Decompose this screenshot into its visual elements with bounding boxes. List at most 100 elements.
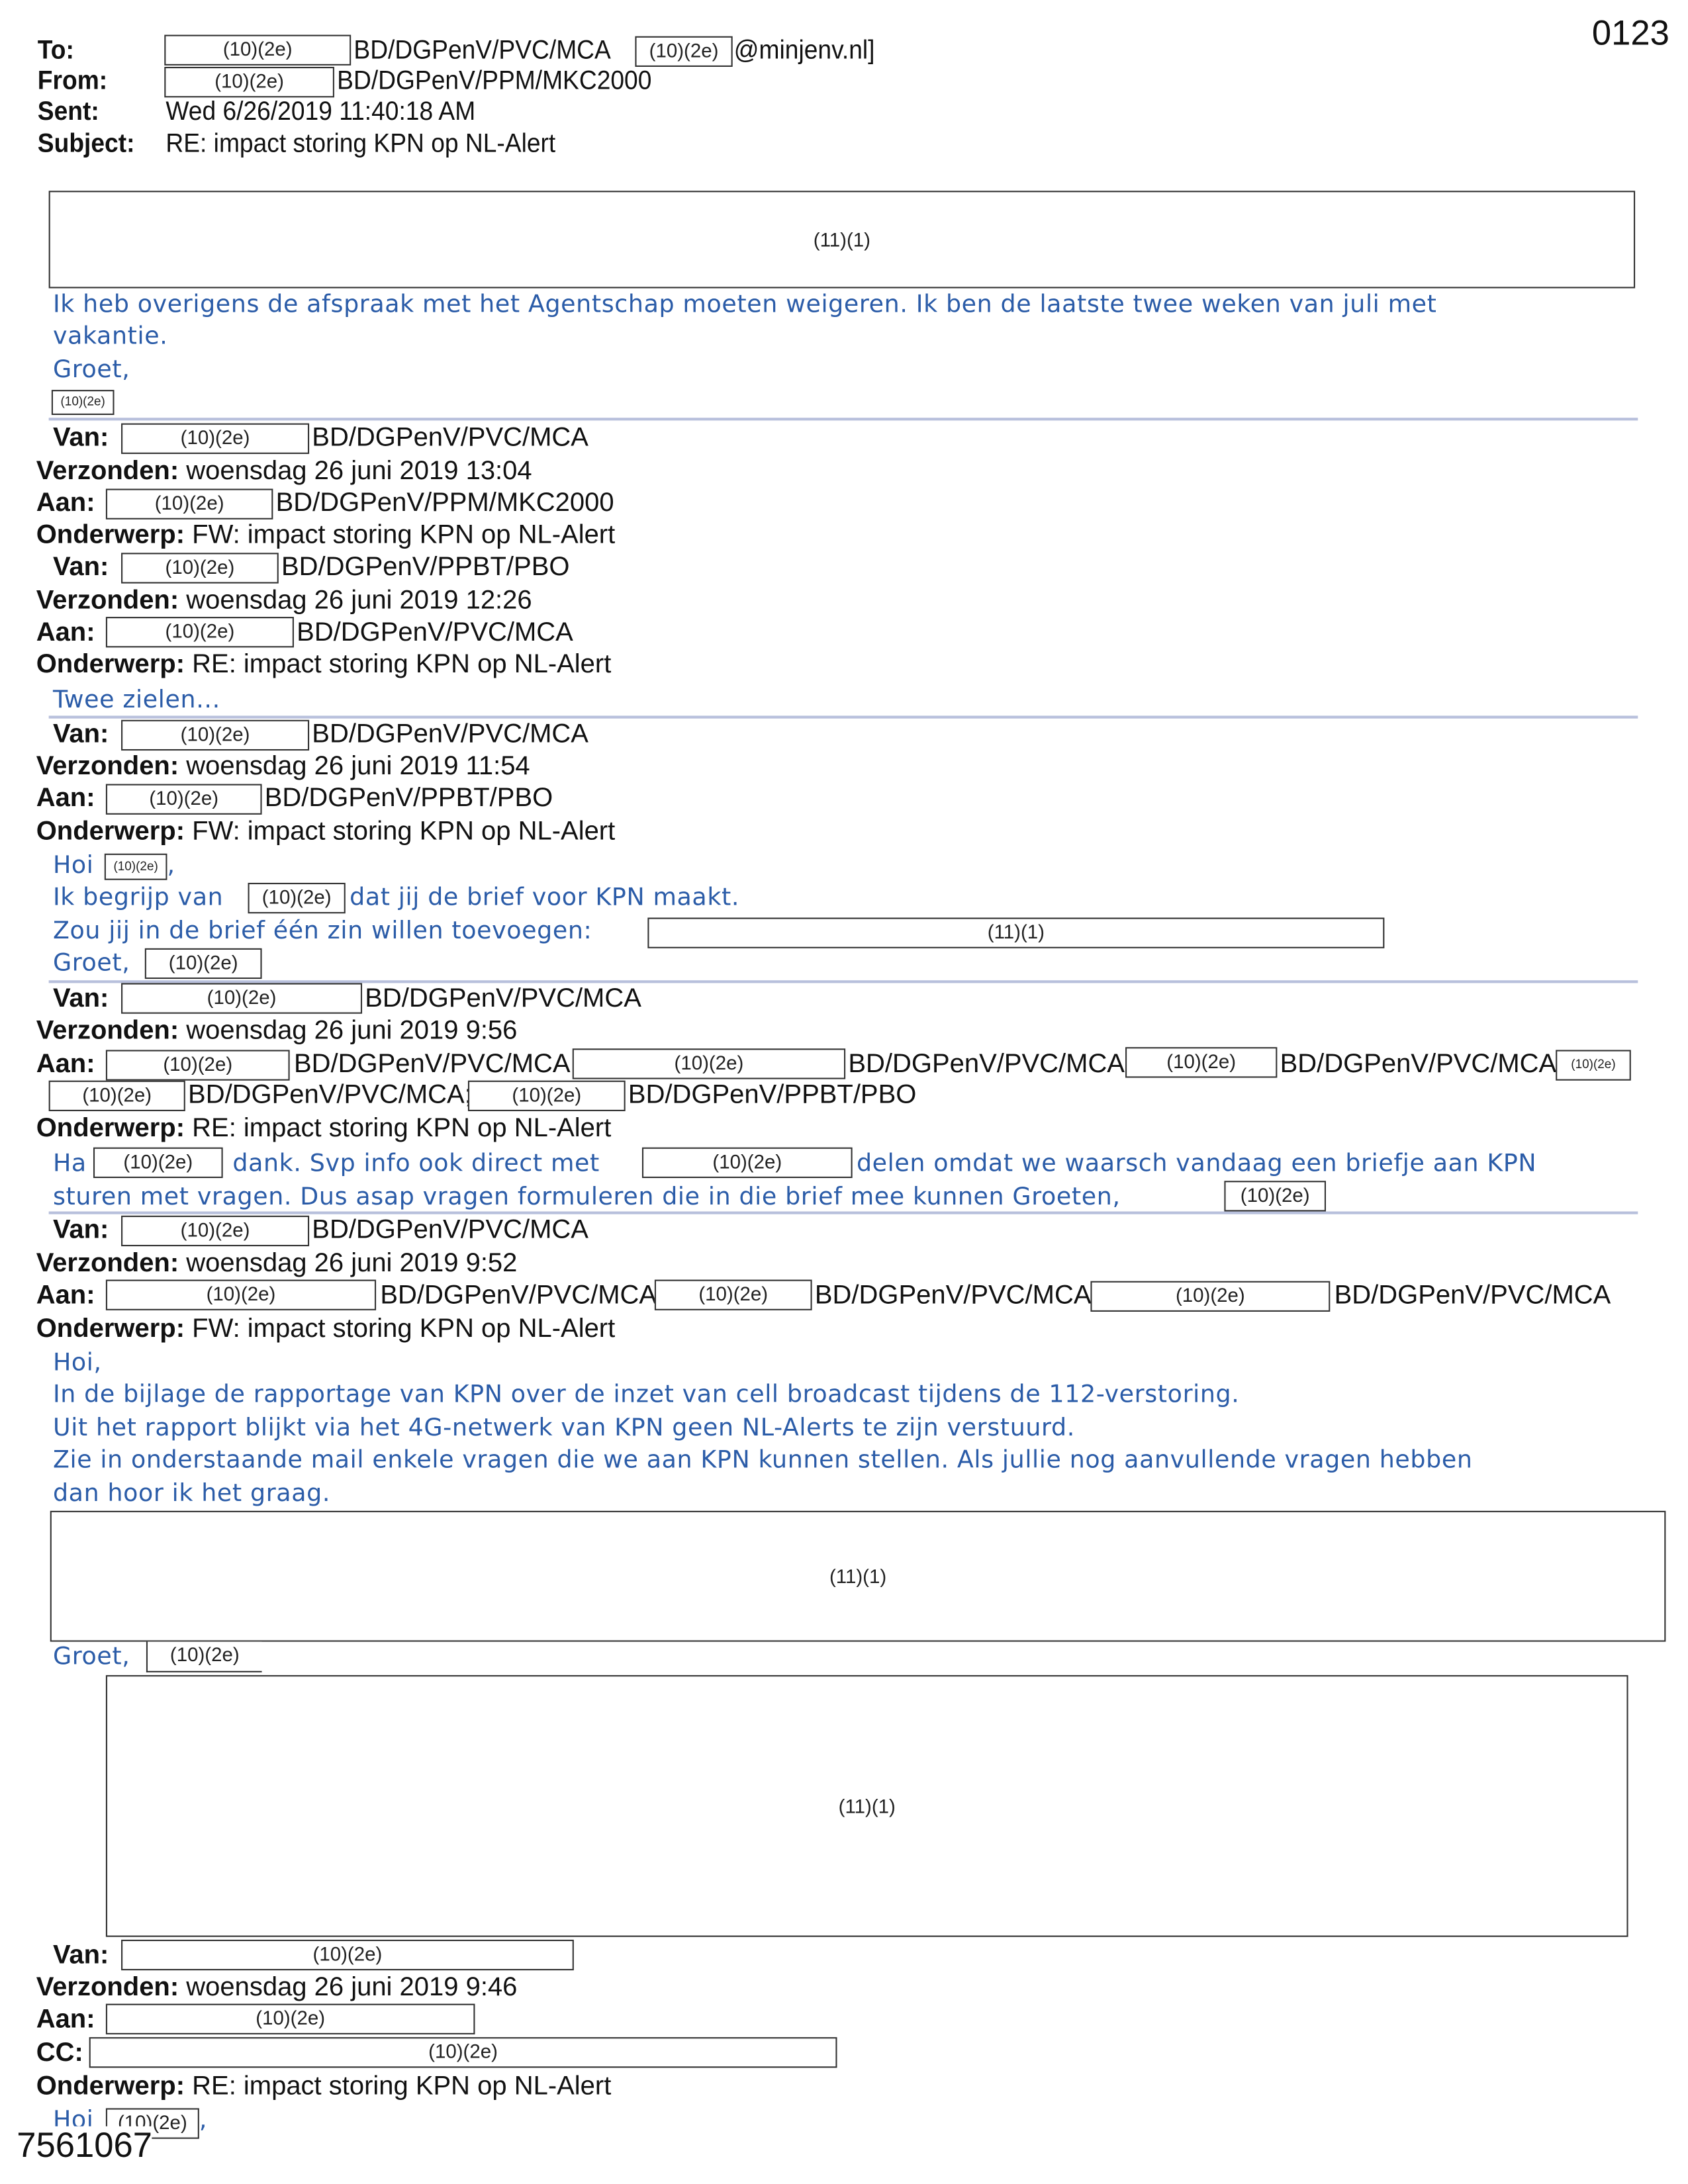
subject-text: RE: impact storing KPN op NL-Alert: [192, 650, 612, 680]
onderwerp-label: Onderwerp:: [36, 650, 185, 680]
redaction-box: (10)(2e): [105, 1050, 290, 1081]
onderwerp-label: Onderwerp:: [36, 1314, 185, 1344]
redaction-box: (10)(2e): [146, 1641, 262, 1672]
recipient-org: BD/DGPenV/PPBT/PBO: [264, 784, 553, 813]
sender-org: BD/DGPenV/PVC/MCA: [312, 719, 588, 749]
redaction-box: (10)(2e): [105, 1279, 377, 1310]
greeting: Groet,: [52, 1643, 130, 1671]
subject-value: RE: impact storing KPN op NL-Alert: [165, 129, 556, 159]
body-line: vakantie.: [52, 323, 168, 351]
subject-text: FW: impact storing KPN op NL-Alert: [192, 520, 616, 551]
redaction-block: (11)(1): [105, 1675, 1628, 1937]
sent-line: Verzonden: woensdag 26 juni 2019 9:46: [36, 1973, 518, 2003]
recipient-org: BD/DGPenV/PPM/MKC2000: [275, 488, 614, 518]
verzonden-label: Verzonden:: [36, 752, 179, 782]
cc-label: CC:: [36, 2038, 83, 2068]
redaction-box: (10)(2e): [164, 66, 334, 98]
recipient-org: BD/DGPenV/PVC/MCA: [297, 618, 573, 648]
redaction-box: (10)(2e): [105, 617, 294, 648]
body-line: dan hoor ik het graag.: [52, 1480, 331, 1508]
document-id: 7561067: [17, 2126, 153, 2167]
sent-date: woensdag 26 juni 2019 12:26: [186, 586, 532, 615]
redaction-box: (10)(2e): [104, 853, 167, 880]
body-line: Uit het rapport blijkt via het 4G-netwer…: [52, 1414, 1075, 1443]
sent-label: Sent:: [37, 97, 99, 127]
sender-org: BD/DGPenV/PVC/MCA: [312, 1215, 588, 1245]
subject-line: Onderwerp: RE: impact storing KPN op NL-…: [36, 2072, 612, 2103]
greeting: Groet,: [52, 356, 130, 385]
body-line: ,: [199, 2107, 208, 2135]
redaction-box: (10)(2e): [105, 784, 262, 815]
sent-value: Wed 6/26/2019 11:40:18 AM: [165, 97, 476, 127]
aan-label: Aan:: [36, 784, 95, 813]
subject-line: Onderwerp: RE: impact storing KPN op NL-…: [36, 651, 612, 681]
body-line: Ik begrijp van: [52, 884, 224, 913]
redaction-box: (10)(2e): [121, 983, 363, 1014]
redaction-box: (10)(2e): [48, 1080, 185, 1111]
sent-date: woensdag 26 juni 2019 11:54: [186, 752, 530, 782]
redaction-box: (10)(2e): [121, 1939, 574, 1971]
redaction-box: (10)(2e): [467, 1080, 626, 1111]
separator: [48, 418, 1638, 421]
subject-line: Onderwerp: FW: impact storing KPN op NL-…: [36, 817, 616, 848]
sent-line: Verzonden: woensdag 26 juni 2019 11:54: [36, 752, 530, 782]
onderwerp-label: Onderwerp:: [36, 520, 185, 551]
redaction-block: (11)(1): [50, 1510, 1666, 1642]
subject-text: RE: impact storing KPN op NL-Alert: [192, 1114, 612, 1144]
aan-label: Aan:: [36, 2005, 95, 2034]
redaction-box: (10)(2e): [635, 36, 733, 67]
redaction-box: (10)(2e): [654, 1279, 812, 1310]
to-org: BD/DGPenV/PVC/MCA: [353, 36, 611, 66]
sent-date: woensdag 26 juni 2019 9:46: [186, 1973, 518, 2003]
email-document: 0123 To: (10)(2e) BD/DGPenV/PVC/MCA (10)…: [0, 0, 1688, 2184]
greeting: Groet,: [52, 949, 130, 978]
subject-line: Onderwerp: FW: impact storing KPN op NL-…: [36, 521, 616, 551]
redaction-box: (10)(2e): [105, 488, 273, 520]
onderwerp-label: Onderwerp:: [36, 817, 185, 847]
sent-date: woensdag 26 juni 2019 9:56: [186, 1016, 518, 1046]
subject-line: Onderwerp: RE: impact storing KPN op NL-…: [36, 1114, 612, 1144]
body-line: Zie in onderstaande mail enkele vragen d…: [52, 1447, 1473, 1475]
sent-line: Verzonden: woensdag 26 juni 2019 12:26: [36, 586, 532, 617]
redaction-box: (10)(2e): [121, 423, 310, 454]
recipient-org: BD/DGPenV/PVC/MCA;: [814, 1281, 1099, 1310]
redaction-box: (10)(2e): [121, 1215, 310, 1247]
to-label: To:: [37, 36, 74, 66]
redaction-box: (10)(2e): [641, 1147, 853, 1178]
onderwerp-label: Onderwerp:: [36, 1114, 185, 1144]
redaction-box: (10)(2e): [144, 948, 262, 979]
from-org: BD/DGPenV/PPM/MKC2000: [337, 66, 652, 97]
recipient-org: BD/DGPenV/PVC/MCA;: [1280, 1050, 1564, 1079]
body-line: Twee zielen...: [52, 686, 220, 715]
body-line: ,: [167, 852, 175, 880]
van-label: Van:: [52, 423, 109, 453]
redaction-box: (10)(2e): [1556, 1050, 1631, 1081]
verzonden-label: Verzonden:: [36, 1973, 179, 2003]
sender-org: BD/DGPenV/PVC/MCA: [312, 423, 588, 453]
recipient-org: BD/DGPenV/PVC/MCA;: [188, 1080, 472, 1110]
body-line: dank. Svp info ook direct met: [232, 1150, 600, 1178]
redaction-box: (10)(2e): [121, 719, 310, 751]
subject-label: Subject:: [37, 129, 135, 159]
redaction-box: (10)(2e): [51, 390, 115, 415]
body-line: Hoi: [52, 852, 94, 880]
redaction-box: (10)(2e): [105, 2003, 475, 2034]
aan-label: Aan:: [36, 618, 95, 648]
redaction-box: (10)(2e): [121, 553, 279, 584]
van-label: Van:: [52, 984, 109, 1014]
aan-label: Aan:: [36, 1281, 95, 1310]
sent-date: woensdag 26 juni 2019 9:52: [186, 1249, 518, 1279]
redaction-box: (10)(2e): [164, 34, 352, 66]
sender-org: BD/DGPenV/PVC/MCA: [365, 984, 641, 1014]
subject-text: RE: impact storing KPN op NL-Alert: [192, 2071, 612, 2101]
van-label: Van:: [52, 1940, 109, 1971]
subject-text: FW: impact storing KPN op NL-Alert: [192, 1314, 616, 1344]
recipient-org: BD/DGPenV/PVC/MCA;: [848, 1050, 1133, 1079]
subject-text: FW: impact storing KPN op NL-Alert: [192, 817, 616, 847]
sent-line: Verzonden: woensdag 26 juni 2019 9:56: [36, 1017, 518, 1047]
onderwerp-label: Onderwerp:: [36, 2071, 185, 2101]
verzonden-label: Verzonden:: [36, 1016, 179, 1046]
recipient-org: BD/DGPenV/PVC/MCA: [1334, 1281, 1611, 1310]
body-line: delen omdat we waarsch vandaag een brief…: [856, 1150, 1537, 1178]
verzonden-label: Verzonden:: [36, 586, 179, 615]
